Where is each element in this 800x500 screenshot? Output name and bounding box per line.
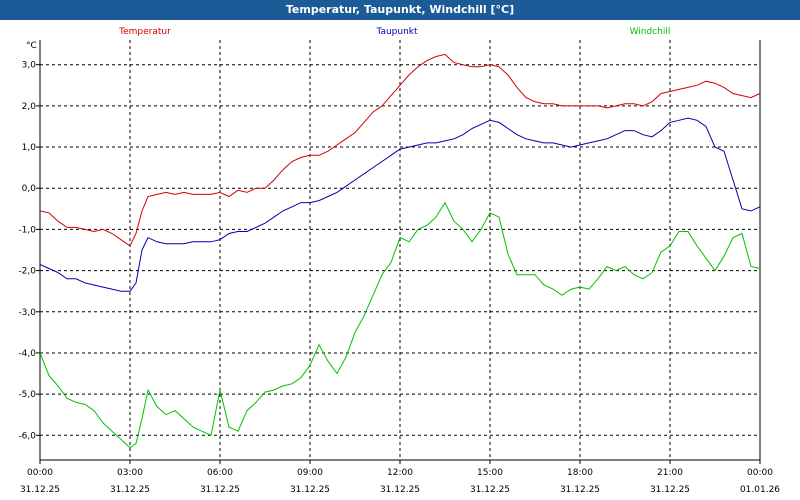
- x-tick-label-date: 31.12.25: [110, 485, 150, 495]
- legend-entry-windchill: Windchill: [630, 27, 671, 37]
- x-tick-label-date: 31.12.25: [560, 485, 600, 495]
- x-tick-label-time: 00:00: [747, 468, 773, 478]
- x-tick-labels: 00:00 31.12.25 03:00 31.12.25 06:00 31.12.25 0…: [20, 460, 780, 495]
- y-tick-label: 2,0: [22, 102, 37, 112]
- legend: Temperatur Taupunkt Windchill: [118, 27, 670, 37]
- x-tick-label-date: 31.12.25: [290, 485, 330, 495]
- x-tick-label-date: 01.01.26: [740, 485, 780, 495]
- y-tick-label: 0,0: [22, 184, 37, 194]
- x-tick-label-time: 00:00: [27, 468, 53, 478]
- y-axis-label: °C: [26, 41, 37, 51]
- y-tick-label: 3,0: [22, 61, 37, 71]
- x-tick-label-time: 18:00: [567, 468, 593, 478]
- x-tick-label-date: 31.12.25: [20, 485, 60, 495]
- legend-entry-temperatur: Temperatur: [118, 27, 171, 37]
- x-tick-label-time: 03:00: [117, 468, 143, 478]
- x-tick-label-date: 31.12.25: [470, 485, 510, 495]
- y-tick-label: -5,0: [18, 390, 36, 400]
- x-tick-label-date: 31.12.25: [380, 485, 420, 495]
- x-tick-label-time: 21:00: [657, 468, 683, 478]
- x-tick-label-date: 31.12.25: [200, 485, 240, 495]
- legend-entry-taupunkt: Taupunkt: [375, 27, 418, 37]
- y-tick-label: -3,0: [18, 308, 36, 318]
- y-tick-label: -1,0: [18, 225, 36, 235]
- y-tick-label: -2,0: [18, 267, 36, 277]
- y-tick-labels: 3,0 2,0 1,0 0,0 -1,0 -2,0 -3,0 -4,0 -5,0 -6,0: [18, 61, 40, 441]
- window-title: Temperatur, Taupunkt, Windchill [°C]: [0, 0, 800, 20]
- line-chart: °C 3,02,01,00,0-1,0-2,0-3,0-4,0-5,0-6,0 …: [18, 27, 780, 495]
- x-tick-label-time: 09:00: [297, 468, 323, 478]
- y-tick-label: -4,0: [18, 349, 36, 359]
- chart-window: Temperatur, Taupunkt, Windchill [°C] °C …: [0, 0, 800, 500]
- x-tick-label-date: 31.12.25: [650, 485, 690, 495]
- x-tick-label-time: 06:00: [207, 468, 233, 478]
- x-tick-label-time: 12:00: [387, 468, 413, 478]
- y-tick-label: -6,0: [18, 431, 36, 441]
- y-tick-label: 1,0: [22, 143, 37, 153]
- x-tick-label-time: 15:00: [477, 468, 503, 478]
